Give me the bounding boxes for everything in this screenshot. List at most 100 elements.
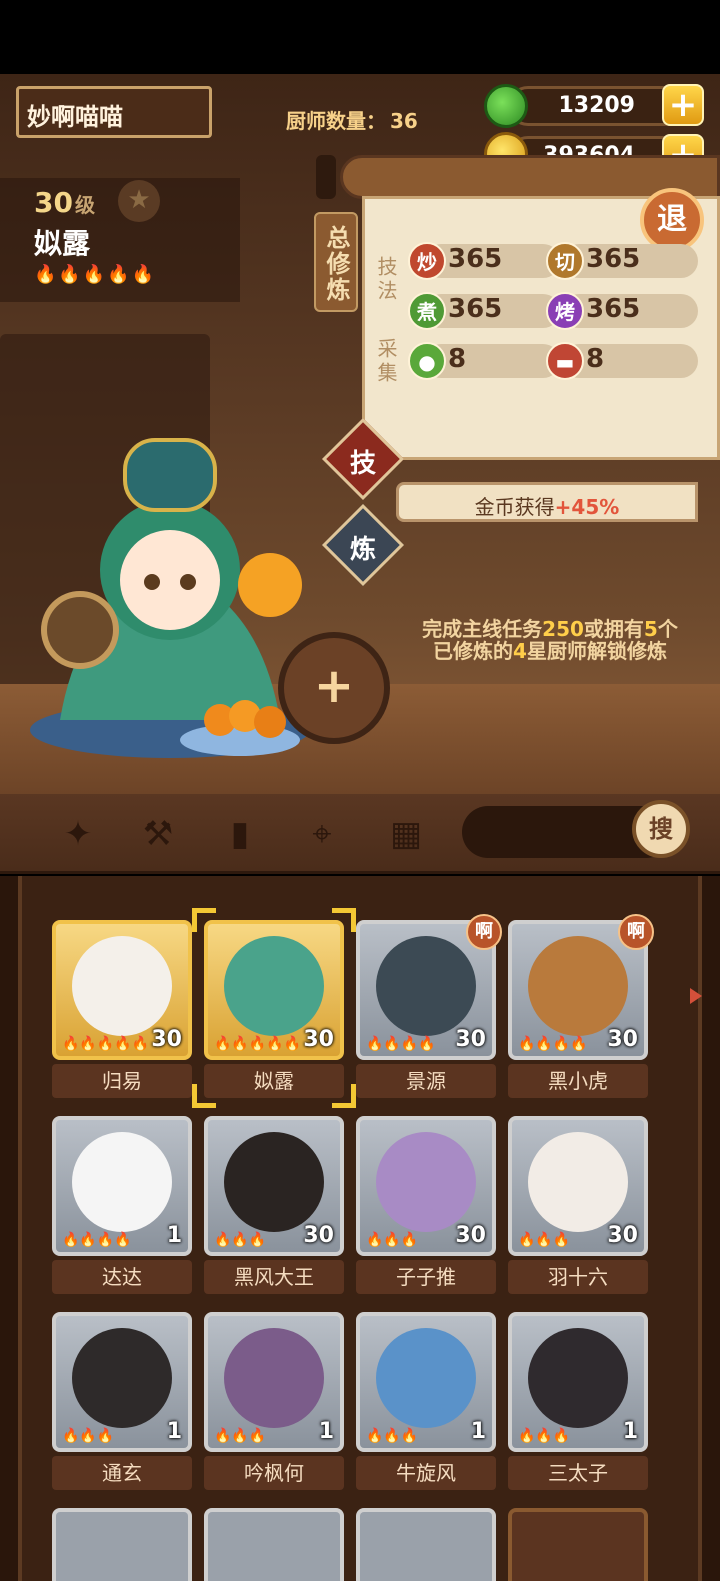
chef-portrait: [72, 936, 172, 1036]
chef-portrait: [528, 1132, 628, 1232]
unlock-num: 4: [513, 639, 527, 663]
train-button-label: 炼: [349, 535, 376, 565]
card-level: 1: [166, 1419, 182, 1444]
card-frame: 🔥🔥🔥 30: [204, 1116, 344, 1256]
chef-card[interactable]: 🔥🔥🔥 30 黑风大王: [204, 1116, 344, 1296]
card-frame: 🔥🔥🔥🔥🔥 30: [52, 920, 192, 1060]
card-flames: 🔥🔥🔥: [518, 1428, 571, 1444]
card-level: 30: [607, 1027, 638, 1052]
card-name: 黑风大王: [204, 1260, 344, 1294]
card-frame: 🔥🔥🔥 30: [356, 1116, 496, 1256]
chef-level-unit: 级: [74, 193, 95, 217]
chef-count-label: 厨师数量：: [286, 109, 386, 133]
chef-portrait: [72, 1132, 172, 1232]
stir-fry-icon: 炒: [408, 242, 446, 280]
chef-card[interactable]: 🔥🔥🔥🔥 1 达达: [52, 1116, 192, 1296]
back-button[interactable]: 退: [640, 188, 704, 252]
cut-icon: 切: [546, 242, 584, 280]
card-frame: 🔥🔥🔥 1: [356, 1312, 496, 1452]
unlock-hint: 完成主线任务250或拥有5个 已修炼的4星厨师解锁修炼: [380, 618, 720, 662]
card-name: 牛旋风: [356, 1456, 496, 1490]
cut-value: 365: [586, 244, 641, 274]
card-frame: 🔥🔥🔥 30: [508, 1116, 648, 1256]
meat-value: 8: [586, 344, 605, 374]
chef-card[interactable]: 🔥🔥🔥🔥 30 黑小虎 啊: [508, 914, 654, 1100]
chef-portrait: [224, 1328, 324, 1428]
chef-portrait: [376, 936, 476, 1036]
veg-icon: ●: [408, 342, 446, 380]
card-flames: 🔥🔥🔥🔥: [62, 1232, 132, 1248]
chef-flames: 🔥🔥🔥🔥🔥: [34, 264, 157, 285]
card-flames: 🔥🔥🔥: [518, 1232, 571, 1248]
chef-card[interactable]: 🔥🔥🔥 1 通玄: [52, 1312, 192, 1492]
chef-card[interactable]: 🔥🔥🔥 1 三太子: [508, 1312, 648, 1492]
boil-value: 365: [448, 294, 503, 324]
chef-card[interactable]: 🔥🔥🔥🔥🔥 30 姒露: [192, 908, 356, 1108]
shovel-filter-icon[interactable]: ⚒: [132, 808, 184, 860]
chef-card[interactable]: 🔥🔥🔥 30 羽十六: [508, 1116, 648, 1296]
card-frame: 🔥🔥🔥 1: [52, 1312, 192, 1452]
card-level: 30: [303, 1027, 334, 1052]
selection-corner: [332, 908, 356, 932]
boil-icon: 煮: [408, 292, 446, 330]
card-name: 归易: [52, 1064, 192, 1098]
chef-card[interactable]: 🔥🔥🔥 30 子子推: [356, 1116, 496, 1296]
scroll-knob: [316, 155, 336, 199]
star-icon[interactable]: ★: [118, 180, 160, 222]
chef-portrait: [528, 936, 628, 1036]
unlock-part: 或拥有: [583, 617, 644, 641]
chef-card[interactable]: [356, 1508, 496, 1581]
selection-corner: [192, 908, 216, 932]
selection-corner: [192, 1084, 216, 1108]
chef-portrait: [528, 1328, 628, 1428]
card-name: 通玄: [52, 1456, 192, 1490]
card-frame: 🔥🔥🔥 1: [508, 1312, 648, 1452]
card-level: 30: [607, 1223, 638, 1248]
card-name: 黑小虎: [508, 1064, 648, 1098]
card-flames: 🔥🔥🔥: [214, 1232, 267, 1248]
chef-card[interactable]: 🔥🔥🔥 1 牛旋风: [356, 1312, 496, 1492]
chef-card[interactable]: 🔥🔥🔥 1 吟枫何: [204, 1312, 344, 1492]
card-name: 三太子: [508, 1456, 648, 1490]
unlock-part: 个: [657, 617, 678, 641]
card-name: 羽十六: [508, 1260, 648, 1294]
card-flames: 🔥🔥🔥🔥🔥: [62, 1036, 150, 1052]
unlock-num: 250: [542, 617, 584, 641]
chef-card[interactable]: [508, 1508, 648, 1581]
card-flames: 🔥🔥🔥: [62, 1428, 115, 1444]
chef-card[interactable]: 🔥🔥🔥🔥🔥 30 归易: [52, 920, 192, 1100]
player-name[interactable]: 妙啊喵喵: [16, 86, 212, 138]
jade-counter: 13209: [508, 86, 684, 126]
card-level: 30: [151, 1027, 182, 1052]
unlock-part: 星厨师解锁修炼: [526, 639, 667, 663]
roast-icon: 烤: [546, 292, 584, 330]
chef-level-value: 30: [34, 186, 73, 219]
chef-card[interactable]: [204, 1508, 344, 1581]
chef-portrait: [376, 1328, 476, 1428]
unlock-num: 5: [643, 617, 658, 641]
add-button[interactable]: +: [278, 632, 390, 744]
gold-bonus-banner: 金币获得+45%: [396, 482, 698, 522]
gold-bonus-label: 金币获得: [474, 495, 555, 519]
card-level: 30: [303, 1223, 334, 1248]
search-button[interactable]: 搜: [632, 800, 690, 858]
card-name: 达达: [52, 1260, 192, 1294]
tab-total-training[interactable]: 总修炼: [314, 212, 358, 312]
chef-character-illustration[interactable]: [20, 420, 320, 760]
card-level: 1: [166, 1223, 182, 1248]
chef-card[interactable]: 🔥🔥🔥🔥 30 景源 啊: [356, 914, 502, 1100]
card-flames: 🔥🔥🔥🔥🔥: [214, 1036, 302, 1052]
jar-filter-icon[interactable]: ▮: [214, 808, 266, 860]
card-name: 姒露: [204, 1064, 344, 1098]
card-level: 30: [455, 1027, 486, 1052]
gold-bonus-value: +45%: [554, 495, 620, 519]
chef-card[interactable]: [52, 1508, 192, 1581]
card-level: 1: [318, 1419, 334, 1444]
meat-filter-icon[interactable]: ✦: [52, 808, 104, 860]
card-name: 吟枫何: [204, 1456, 344, 1490]
add-jade-button[interactable]: +: [662, 84, 704, 126]
roast-value: 365: [586, 294, 641, 324]
new-badge: 啊: [618, 914, 654, 950]
map-filter-icon[interactable]: ▦: [380, 808, 432, 860]
location-filter-icon[interactable]: ⌖: [296, 808, 348, 860]
